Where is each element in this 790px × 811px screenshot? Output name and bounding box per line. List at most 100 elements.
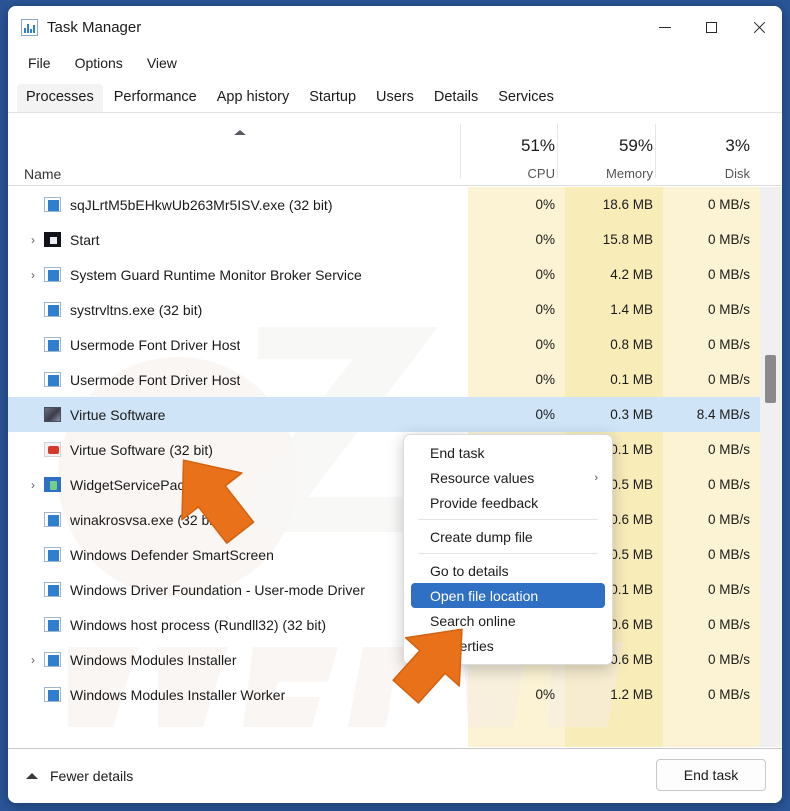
menu-bar: File Options View: [8, 48, 782, 77]
context-menu-item-label: Properties: [430, 637, 494, 654]
task-manager-window: Task Manager File Options View Processes Pe…: [8, 6, 782, 803]
tab-startup[interactable]: Startup: [300, 84, 365, 112]
process-cpu-value: 0%: [535, 337, 555, 352]
process-row[interactable]: ›Usermode Font Driver Host0%0.1 MB0 MB/s: [8, 362, 760, 397]
menu-options[interactable]: Options: [65, 52, 133, 74]
process-name: Windows host process (Rundll32) (32 bit): [70, 616, 326, 633]
process-row[interactable]: ›Virtue Software0%0.3 MB8.4 MB/s: [8, 397, 760, 432]
process-row[interactable]: ›WidgetServicePackage0%0.5 MB0 MB/s: [8, 467, 760, 502]
tab-users[interactable]: Users: [367, 84, 423, 112]
process-icon: [44, 407, 61, 422]
process-memory-value: 0.3 MB: [610, 407, 653, 422]
process-list[interactable]: › sqJLrtM5bEHkwUb263Mr5ISV.exe (32 bit) 0%…: [8, 187, 782, 747]
process-disk-value: 8.4 MB/s: [696, 407, 750, 422]
process-disk-value: 0 MB/s: [707, 302, 750, 317]
process-icon: [44, 197, 61, 212]
process-disk-value: 0 MB/s: [707, 372, 750, 387]
column-divider-memory[interactable]: [557, 124, 558, 178]
fewer-details-button[interactable]: Fewer details: [26, 768, 133, 784]
tab-performance[interactable]: Performance: [105, 84, 206, 112]
process-row[interactable]: ›Windows Defender SmartScreen0%0.5 MB0 M…: [8, 537, 760, 572]
end-task-button[interactable]: End task: [656, 759, 766, 791]
process-memory-value: 15.8 MB: [602, 232, 653, 247]
context-menu-item-properties[interactable]: Properties: [404, 633, 612, 658]
process-row[interactable]: ›Windows Modules Installer0%0.6 MB0 MB/s: [8, 642, 760, 677]
tab-details[interactable]: Details: [425, 84, 487, 112]
process-icon: [44, 232, 61, 247]
tab-processes[interactable]: Processes: [17, 84, 103, 112]
process-name: Usermode Font Driver Host: [70, 336, 241, 353]
process-icon: [44, 512, 61, 527]
process-memory-value: 4.2 MB: [610, 267, 653, 282]
task-manager-icon: [21, 18, 38, 36]
process-cpu-value: 0%: [535, 302, 555, 317]
process-row[interactable]: ›Usermode Font Driver Host0%0.8 MB0 MB/s: [8, 327, 760, 362]
scrollbar-thumb[interactable]: [765, 355, 776, 403]
process-icon: [44, 442, 61, 457]
process-cpu-value: 0%: [535, 687, 555, 702]
process-icon: [44, 302, 61, 317]
expand-chevron-icon[interactable]: ›: [22, 268, 44, 282]
context-menu-item-provide-feedback[interactable]: Provide feedback: [404, 490, 612, 515]
context-menu[interactable]: End task Resource values › Provide feedback…: [403, 434, 613, 665]
process-row[interactable]: ›systrvltns.exe (32 bit)0%1.4 MB0 MB/s: [8, 292, 760, 327]
process-cpu-value: 0%: [535, 407, 555, 422]
process-name: Usermode Font Driver Host: [70, 371, 241, 388]
context-menu-item-create-dump-file[interactable]: Create dump file: [404, 524, 612, 549]
expand-chevron-icon[interactable]: ›: [22, 653, 44, 667]
process-memory-value: 1.2 MB: [610, 687, 653, 702]
menu-file[interactable]: File: [18, 52, 61, 74]
process-name: Windows Defender SmartScreen: [70, 546, 274, 563]
process-icon: [44, 267, 61, 282]
process-list-scrollbar[interactable]: [760, 187, 782, 747]
column-header-cpu[interactable]: CPU: [468, 166, 555, 181]
column-usage-disk: 3%: [725, 136, 750, 155]
process-row[interactable]: ›sqJLrtM5bEHkwUb263Mr5ISV.exe (32 bit)0%…: [8, 187, 760, 222]
process-disk-value: 0 MB/s: [707, 442, 750, 457]
process-row[interactable]: ›Windows Driver Foundation - User-mode D…: [8, 572, 760, 607]
tab-app-history[interactable]: App history: [208, 84, 299, 112]
process-row[interactable]: ›winakrosvsa.exe (32 bit)0%0.6 MB0 MB/s: [8, 502, 760, 537]
context-menu-item-search-online[interactable]: Search online: [404, 608, 612, 633]
process-name: Virtue Software (32 bit): [70, 441, 213, 458]
process-disk-value: 0 MB/s: [707, 512, 750, 527]
column-header-memory[interactable]: Memory: [565, 166, 653, 181]
context-menu-item-go-to-details[interactable]: Go to details: [404, 558, 612, 583]
process-row[interactable]: ›Windows Modules Installer Worker0%1.2 M…: [8, 677, 760, 712]
process-disk-value: 0 MB/s: [707, 477, 750, 492]
process-name: Windows Modules Installer: [70, 651, 237, 668]
process-row[interactable]: ›Virtue Software (32 bit)0%0.1 MB0 MB/s: [8, 432, 760, 467]
expand-chevron-icon[interactable]: ›: [22, 233, 44, 247]
footer-bar: Fewer details End task: [8, 748, 782, 803]
process-name: Windows Modules Installer Worker: [70, 686, 286, 703]
context-menu-item-resource-values[interactable]: Resource values ›: [404, 465, 612, 490]
process-memory-value: 0.1 MB: [610, 372, 653, 387]
menu-view[interactable]: View: [137, 52, 187, 74]
process-row[interactable]: › System Guard Runtime Monitor Broker Ser…: [8, 257, 760, 292]
process-row[interactable]: › Start 0% 15.8 MB 0 MB/s: [8, 222, 760, 257]
process-name: winakrosvsa.exe (32 bit): [70, 511, 221, 528]
process-memory-value: 1.4 MB: [610, 302, 653, 317]
column-divider-disk[interactable]: [655, 124, 656, 178]
column-header-name[interactable]: Name: [24, 166, 61, 182]
context-menu-item-label: End task: [430, 444, 485, 461]
minimize-button[interactable]: [641, 6, 688, 48]
expand-chevron-icon[interactable]: ›: [22, 478, 44, 492]
tab-services[interactable]: Services: [489, 84, 563, 112]
column-divider-cpu[interactable]: [460, 124, 461, 178]
context-menu-item-label: Provide feedback: [430, 494, 539, 511]
context-menu-item-label: Search online: [430, 612, 516, 629]
maximize-button[interactable]: [688, 6, 735, 48]
close-button[interactable]: [735, 6, 782, 48]
process-icon: [44, 652, 61, 667]
process-name: Virtue Software: [70, 406, 166, 423]
column-usage-cpu: 51%: [520, 136, 555, 155]
process-cpu-value: 0%: [535, 232, 555, 247]
column-header-row: Name 51% CPU 59% Memory 3% Disk: [8, 116, 782, 186]
process-disk-value: 0 MB/s: [707, 652, 750, 667]
column-header-disk[interactable]: Disk: [663, 166, 750, 181]
process-row[interactable]: ›Windows host process (Rundll32) (32 bit…: [8, 607, 760, 642]
process-name: systrvltns.exe (32 bit): [70, 301, 203, 318]
context-menu-item-end-task[interactable]: End task: [404, 440, 612, 465]
context-menu-item-open-file-location[interactable]: Open file location: [411, 583, 605, 608]
